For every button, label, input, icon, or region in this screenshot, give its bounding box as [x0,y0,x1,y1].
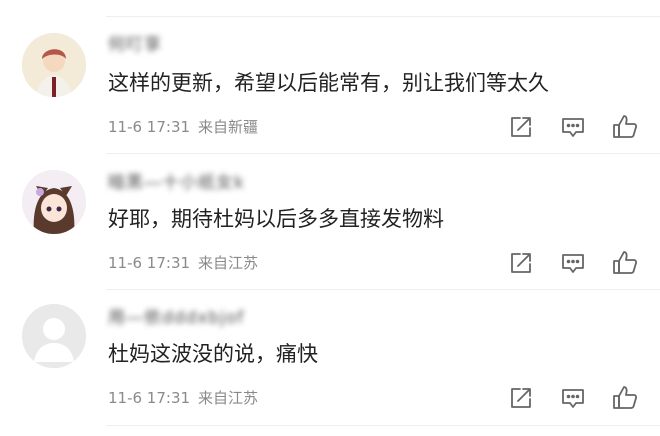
comment-location: 来自新疆 [198,118,259,136]
comment-text: 好耶，期待杜妈以后多多直接发物料 [108,207,444,231]
comment-meta: 11-6 17:31 来自江苏 [108,388,258,408]
comment-meta: 11-6 17:31 来自江苏 [108,253,258,273]
comment-icon[interactable] [559,384,587,412]
comment-username[interactable]: 用―依dddxbjof [108,306,244,330]
share-icon[interactable] [507,113,535,141]
avatar[interactable] [22,170,86,234]
avatar[interactable] [22,304,86,368]
share-icon[interactable] [507,384,535,412]
comment-icon[interactable] [559,113,587,141]
comment-meta: 11-6 17:31 来自新疆 [108,117,258,137]
comment-date: 11-6 17:31 [108,118,191,136]
comment-username[interactable]: 暗黑―十小纸女k [108,171,245,195]
comment-text: 杜妈这波没的说，痛快 [108,342,318,366]
comment-divider [106,425,660,426]
comment-divider [106,289,660,290]
thumbs-up-icon[interactable] [611,249,639,277]
top-divider [106,16,660,17]
thumbs-up-icon[interactable] [611,384,639,412]
comment-username[interactable]: 何叮享 [108,33,162,57]
comment-location: 来自江苏 [198,389,259,407]
comment-icon[interactable] [559,249,587,277]
share-icon[interactable] [507,249,535,277]
comment-divider [106,153,660,154]
comment-text: 这样的更新，希望以后能常有，别让我们等太久 [108,71,549,95]
avatar[interactable] [22,33,86,97]
comment-date: 11-6 17:31 [108,254,191,272]
thumbs-up-icon[interactable] [611,113,639,141]
comment-location: 来自江苏 [198,254,259,272]
comment-date: 11-6 17:31 [108,389,191,407]
